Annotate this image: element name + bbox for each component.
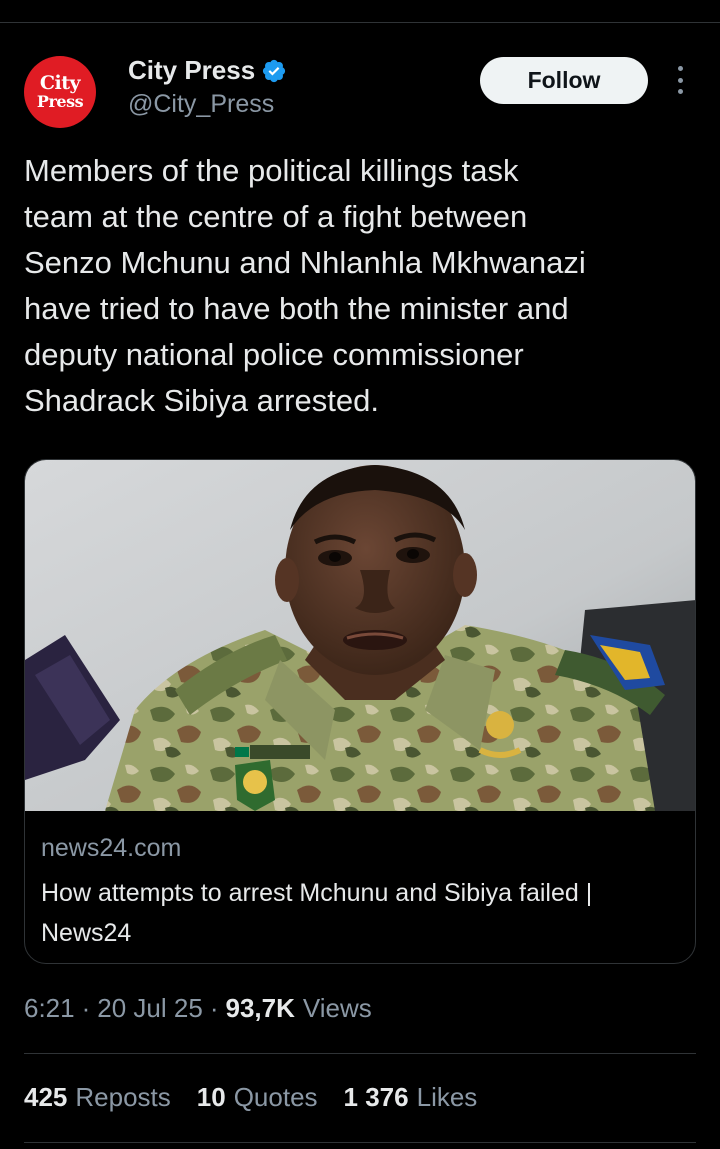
- tweet-text: Members of the political killings task t…: [24, 153, 586, 418]
- article-thumbnail-image[interactable]: [25, 460, 696, 811]
- tweet-time[interactable]: 6:21: [24, 993, 75, 1024]
- top-divider: [0, 22, 720, 23]
- author-handle[interactable]: @City_Press: [128, 90, 274, 119]
- quotes-count: 10: [196, 1082, 226, 1112]
- tweet-meta: 6:21 · 20 Jul 25 · 93,7K Views: [24, 993, 372, 1024]
- meta-separator: ·: [81, 993, 91, 1023]
- reposts-count: 425: [24, 1082, 68, 1112]
- avatar-logo-line1: City: [39, 72, 81, 94]
- quotes-stat[interactable]: 10 Quotes: [197, 1082, 318, 1113]
- views-count: 93,7K: [225, 993, 295, 1023]
- likes-stat[interactable]: 1 376 Likes: [344, 1082, 478, 1113]
- likes-label: Likes: [416, 1082, 478, 1112]
- reposts-label: Reposts: [75, 1082, 171, 1112]
- avatar-logo-line2: Press: [36, 92, 84, 111]
- link-domain: news24.com: [41, 834, 182, 862]
- more-dot: [677, 66, 683, 71]
- more-dot: [677, 77, 683, 83]
- link-title[interactable]: How attempts to arrest Mchunu and Sibiya…: [41, 873, 681, 953]
- divider: [24, 1142, 696, 1143]
- tweet-date[interactable]: 20 Jul 25: [97, 993, 203, 1024]
- more-options-icon[interactable]: [668, 62, 692, 98]
- more-dot: [677, 89, 683, 94]
- author-display-name[interactable]: City Press: [128, 55, 255, 86]
- quotes-label: Quotes: [233, 1082, 318, 1112]
- meta-separator: ·: [209, 993, 219, 1023]
- author-name-row[interactable]: City Press: [128, 55, 287, 86]
- avatar[interactable]: City Press: [24, 56, 96, 128]
- engagement-stats: 425 Reposts 10 Quotes 1 376 Likes: [24, 1082, 503, 1113]
- views-label: Views: [302, 993, 372, 1023]
- likes-count: 1 376: [343, 1082, 409, 1112]
- follow-button[interactable]: Follow: [480, 57, 648, 104]
- reposts-stat[interactable]: 425 Reposts: [24, 1082, 171, 1113]
- divider: [24, 1053, 696, 1054]
- link-preview-card[interactable]: news24.com How attempts to arrest Mchunu…: [24, 459, 696, 964]
- verified-badge-icon: [263, 59, 286, 82]
